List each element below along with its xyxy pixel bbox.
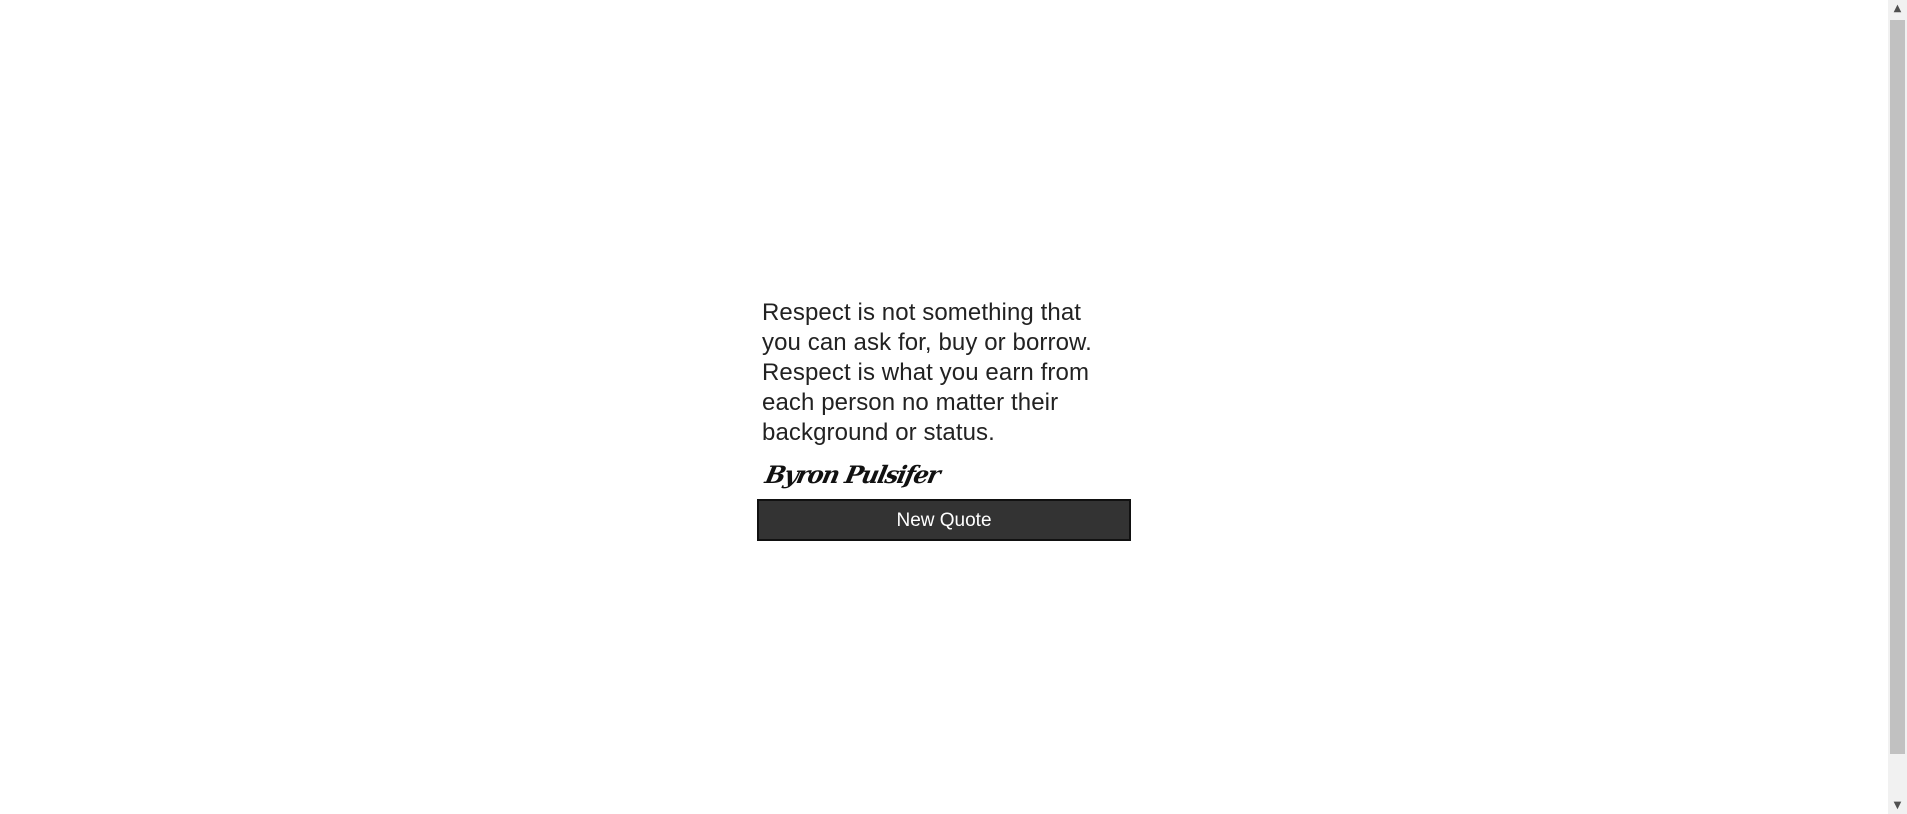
scroll-up-arrow-icon[interactable]: ▲ xyxy=(1888,0,1907,17)
page-content: Respect is not something that you can as… xyxy=(0,0,1888,814)
quote-box: Respect is not something that you can as… xyxy=(757,298,1131,541)
scroll-down-arrow-icon[interactable]: ▼ xyxy=(1888,797,1907,814)
new-quote-button[interactable]: New Quote xyxy=(757,499,1131,541)
quote-text: Respect is not something that you can as… xyxy=(762,299,1092,446)
vertical-scrollbar[interactable]: ▲ ▼ xyxy=(1888,0,1907,814)
quote-author: Byron Pulsifer xyxy=(762,460,942,489)
browser-viewport: Respect is not something that you can as… xyxy=(0,0,1907,814)
scrollbar-thumb[interactable] xyxy=(1890,20,1905,754)
